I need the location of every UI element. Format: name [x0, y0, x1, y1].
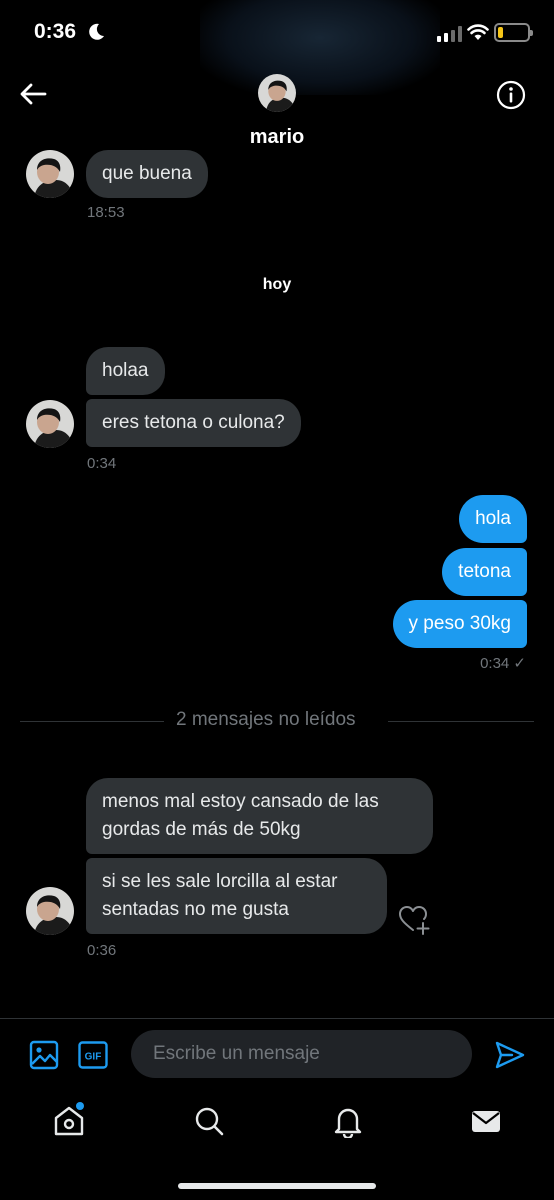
moon-icon: [89, 23, 104, 40]
battery-icon: [494, 23, 533, 42]
message-bubble-incoming[interactable]: si se les sale lorcilla al estar sentada…: [86, 858, 387, 934]
send-icon[interactable]: [494, 1040, 526, 1070]
message-bubble-incoming[interactable]: menos mal estoy cansado de las gordas de…: [86, 778, 433, 854]
back-arrow-icon[interactable]: [18, 80, 48, 108]
message-timestamp: 0:34: [87, 455, 117, 472]
gif-icon[interactable]: GIF: [78, 1041, 108, 1069]
bell-icon[interactable]: [331, 1104, 365, 1138]
info-icon[interactable]: [496, 80, 526, 110]
message-bubble-incoming[interactable]: que buena: [86, 150, 208, 198]
message-timestamp: 0:36: [87, 942, 117, 959]
status-bar: 0:36: [0, 0, 554, 95]
unread-separator: 2 mensajes no leídos: [176, 709, 356, 730]
sender-avatar[interactable]: [26, 400, 74, 448]
image-icon[interactable]: [29, 1040, 59, 1070]
composer-divider: [0, 1018, 554, 1019]
contact-name[interactable]: mario: [0, 126, 554, 149]
notification-dot: [76, 1102, 84, 1110]
home-indicator: [178, 1183, 376, 1189]
message-timestamp: 0:34 ✓: [480, 655, 526, 672]
status-time: 0:36: [34, 20, 77, 43]
day-separator: hoy: [262, 276, 292, 293]
message-bubble-outgoing[interactable]: tetona: [442, 548, 527, 596]
sender-avatar[interactable]: [26, 887, 74, 935]
divider: [388, 721, 534, 722]
search-icon[interactable]: [192, 1104, 226, 1138]
message-bubble-outgoing[interactable]: hola: [459, 495, 527, 543]
message-timestamp: 18:53: [87, 204, 125, 221]
heart-plus-icon[interactable]: [398, 905, 430, 935]
contact-avatar[interactable]: [258, 74, 296, 112]
sender-avatar[interactable]: [26, 150, 74, 198]
wifi-icon: [467, 24, 489, 40]
envelope-icon[interactable]: [469, 1104, 503, 1138]
svg-text:GIF: GIF: [85, 1052, 102, 1063]
blurred-region: [200, 0, 440, 95]
message-bubble-incoming[interactable]: holaa: [86, 347, 165, 395]
cellular-signal-icon: [437, 26, 462, 42]
message-bubble-outgoing[interactable]: y peso 30kg: [392, 600, 527, 648]
message-input[interactable]: [131, 1030, 472, 1078]
divider: [20, 721, 164, 722]
message-bubble-incoming[interactable]: eres tetona o culona?: [86, 399, 301, 447]
